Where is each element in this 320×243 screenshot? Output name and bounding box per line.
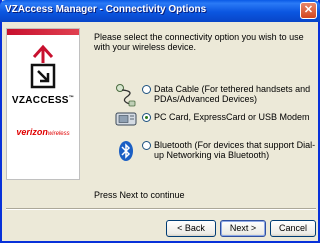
bluetooth-label[interactable]: Bluetooth (For devices that support Dial…	[154, 140, 319, 160]
close-button[interactable]: ✕	[300, 2, 317, 19]
button-separator	[6, 208, 316, 210]
window-title: VZAccess Manager - Connectivity Options	[5, 4, 207, 15]
company-logo: verizonwireless	[7, 127, 79, 137]
next-button[interactable]: Next >	[220, 220, 266, 237]
back-button[interactable]: < Back	[166, 220, 216, 237]
brand-stripe	[7, 29, 79, 35]
company-suffix: wireless	[47, 131, 70, 137]
pc-card-icon	[115, 112, 137, 126]
bluetooth-icon	[119, 141, 133, 161]
product-name: VZACCESS	[11, 95, 69, 106]
data-cable-icon	[116, 84, 136, 107]
continue-hint: Press Next to continue	[94, 190, 185, 200]
data-cable-label[interactable]: Data Cable (For tethered handsets and PD…	[154, 84, 319, 104]
dialog-window: VZAccess Manager - Connectivity Options …	[0, 0, 320, 243]
product-logo: VZACCESS™	[7, 95, 79, 106]
instruction-text: Please select the connectivity option yo…	[94, 32, 304, 52]
cancel-button[interactable]: Cancel	[270, 220, 316, 237]
pc-card-radio[interactable]	[142, 113, 151, 122]
company-name: verizon	[16, 127, 48, 137]
trademark: ™	[68, 95, 75, 101]
data-cable-radio[interactable]	[142, 85, 151, 94]
pc-card-label[interactable]: PC Card, ExpressCard or USB Modem	[154, 112, 319, 122]
branding-panel: VZACCESS™ verizonwireless	[6, 28, 80, 180]
bluetooth-radio[interactable]	[142, 141, 151, 150]
title-bar[interactable]: VZAccess Manager - Connectivity Options …	[0, 0, 320, 22]
vzaccess-logo-icon	[30, 44, 56, 89]
